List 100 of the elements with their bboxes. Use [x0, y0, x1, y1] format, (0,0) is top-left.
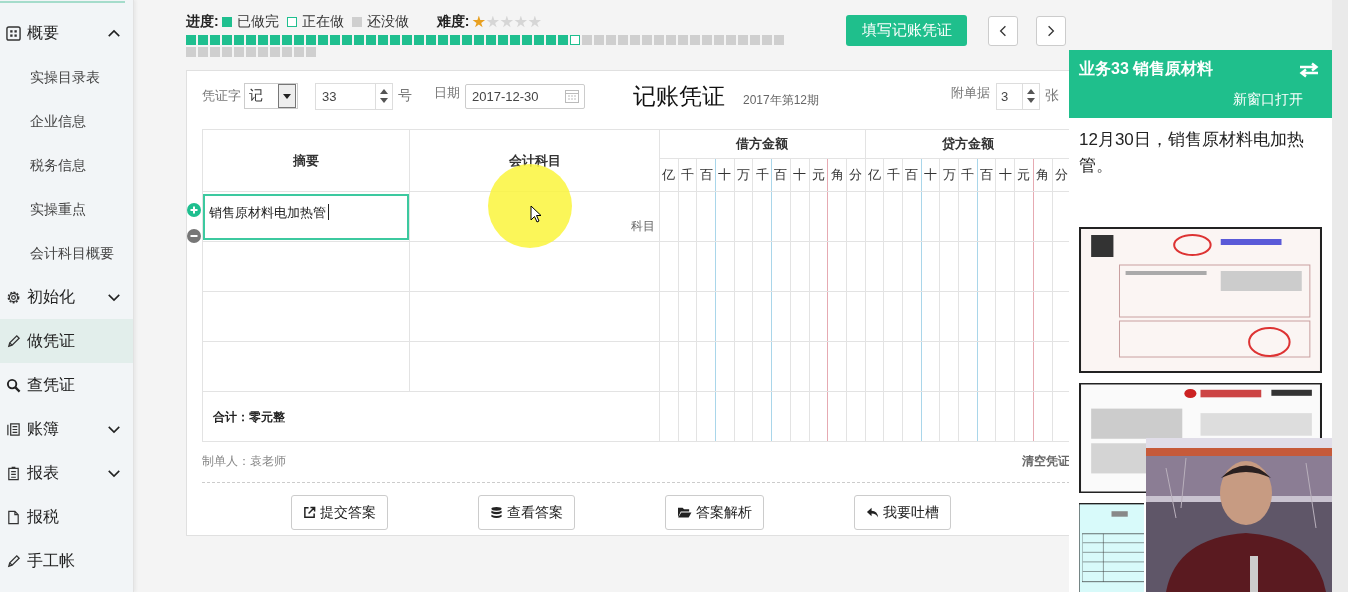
legend-swatch — [286, 17, 297, 27]
progress-cell — [666, 35, 676, 45]
remove-row-icon[interactable] — [187, 229, 201, 243]
sidebar-item[interactable]: 手工帐 — [0, 539, 133, 583]
caret-up-icon[interactable] — [1027, 89, 1036, 94]
progress-cell — [414, 35, 424, 45]
database-icon — [490, 506, 503, 519]
voucher-number-field[interactable]: 33 — [315, 82, 393, 110]
progress-cell — [318, 35, 328, 45]
summary-field[interactable]: 销售原材料电加热管 — [203, 193, 409, 240]
previous-button[interactable] — [988, 16, 1018, 46]
progress-cell — [330, 35, 340, 45]
progress-cell — [774, 35, 784, 45]
voucher-title: 记账凭证 — [633, 81, 725, 111]
progress-cell — [258, 35, 268, 45]
progress-cell — [594, 35, 604, 45]
attachments-field[interactable]: 3 — [996, 82, 1041, 110]
period-label: 2017年第12期 — [743, 91, 820, 109]
progress-cell — [186, 47, 196, 57]
calendar-icon[interactable] — [564, 88, 580, 104]
scrollbar[interactable] — [1332, 0, 1348, 592]
attachments-label: 附单据 — [951, 84, 991, 102]
account-placeholder[interactable]: 科目 — [631, 218, 655, 235]
sidebar-item[interactable]: 报税 — [0, 495, 133, 539]
progress-cell — [606, 35, 616, 45]
progress-cell — [630, 35, 640, 45]
clear-voucher-link[interactable]: 清空凭证 — [1022, 453, 1070, 470]
sidebar-item[interactable]: 初始化 — [0, 275, 133, 319]
unit-header: 角 — [827, 158, 847, 192]
sidebar-item[interactable]: 做凭证 — [0, 319, 133, 363]
sidebar-subitem[interactable]: 企业信息 — [0, 99, 133, 143]
sidebar-item[interactable]: 报表 — [0, 451, 133, 495]
search-icon — [6, 377, 21, 393]
caret-up-icon[interactable] — [380, 89, 388, 94]
progress-cell — [714, 35, 724, 45]
progress-cell — [750, 35, 760, 45]
notebook-icon — [6, 421, 21, 437]
progress-cell — [522, 35, 532, 45]
action-button[interactable]: 查看答案 — [478, 495, 575, 530]
caret-down-icon[interactable] — [380, 98, 388, 103]
progress-cell — [618, 35, 628, 45]
progress-label: 进度: — [186, 13, 219, 31]
sidebar-item[interactable]: 查凭证 — [0, 363, 133, 407]
progress-cell — [210, 47, 220, 57]
progress-cell — [582, 35, 592, 45]
progress-cell — [486, 35, 496, 45]
unit-header: 十 — [790, 158, 809, 192]
progress-cell — [282, 47, 292, 57]
progress-cell — [294, 47, 304, 57]
next-button[interactable] — [1036, 16, 1066, 46]
progress-cell — [390, 35, 400, 45]
unit-header: 千 — [678, 158, 697, 192]
settings-icon — [6, 289, 21, 305]
unit-header: 十 — [921, 158, 940, 192]
sidebar-subitem[interactable]: 会计科目概要 — [0, 231, 133, 275]
sidebar-subitem[interactable]: 实操重点 — [0, 187, 133, 231]
sidebar-item[interactable]: 概要 — [0, 11, 133, 55]
sidebar-subitem[interactable]: 实操目录表 — [0, 55, 133, 99]
action-button[interactable]: 答案解析 — [665, 495, 764, 530]
unit-header: 角 — [1033, 158, 1052, 192]
pointer-icon — [530, 205, 542, 223]
attachments-suffix: 张 — [1045, 87, 1060, 105]
unit-header: 千 — [752, 158, 772, 192]
legend-swatch — [221, 17, 232, 27]
file-icon — [6, 509, 21, 525]
total-text: 合计：零元整 — [213, 410, 285, 424]
pencil-icon — [6, 553, 21, 569]
sidebar-item[interactable]: 账簿 — [0, 407, 133, 451]
chevron-down-icon — [107, 468, 121, 478]
progress-cell — [690, 35, 700, 45]
progress-cell — [738, 35, 748, 45]
progress-cell — [282, 35, 292, 45]
progress-cell — [402, 35, 412, 45]
progress-cell — [222, 47, 232, 57]
progress-cell — [246, 35, 256, 45]
unit-header: 分 — [846, 158, 866, 192]
unit-header: 百 — [902, 158, 922, 192]
unit-header: 万 — [939, 158, 959, 192]
grid-icon — [6, 25, 21, 41]
swap-icon[interactable] — [1299, 61, 1319, 78]
action-button[interactable]: 提交答案 — [291, 495, 388, 530]
progress-cell — [438, 35, 448, 45]
caret-down-icon[interactable] — [1027, 98, 1036, 103]
progress-cell — [474, 35, 484, 45]
chevron-down-icon — [107, 292, 121, 302]
progress-cell — [654, 35, 664, 45]
progress-cell — [306, 35, 316, 45]
preparer-text: 制单人：袁老师 — [202, 453, 286, 470]
progress-cell — [558, 35, 568, 45]
action-button[interactable]: 我要吐槽 — [854, 495, 951, 530]
add-row-icon[interactable] — [187, 203, 201, 217]
folder-icon — [677, 506, 692, 519]
sidebar-subitem[interactable]: 税务信息 — [0, 143, 133, 187]
progress-cell — [270, 35, 280, 45]
progress-cell — [762, 35, 772, 45]
progress-cell — [234, 47, 244, 57]
progress-cell — [246, 47, 256, 57]
date-field[interactable]: 2017-12-30 — [465, 83, 585, 109]
voucher-type-select[interactable]: 记 — [244, 83, 298, 109]
progress-cell — [366, 35, 376, 45]
